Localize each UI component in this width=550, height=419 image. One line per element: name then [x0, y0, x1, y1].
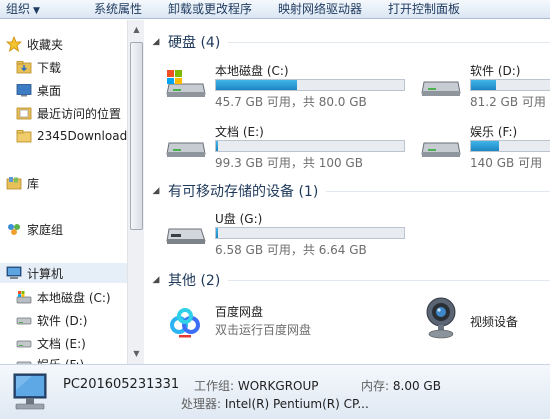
map-network-drive-button[interactable]: 映射网络驱动器 — [270, 0, 370, 19]
folder-icon — [16, 128, 32, 144]
recent-places-icon — [16, 105, 32, 121]
nav-recent-places[interactable]: 最近访问的位置 — [0, 103, 127, 123]
nav-drive-f[interactable]: 娱乐 (F:) — [0, 354, 127, 364]
usb-drive-icon — [166, 228, 206, 244]
nav-favorites[interactable]: 收藏夹 — [0, 34, 127, 54]
drive-e[interactable]: 文档 (E:) 99.3 GB 可用，共 100 GB — [165, 123, 405, 170]
nav-libraries[interactable]: 库 — [0, 173, 127, 193]
system-properties-button[interactable]: 系统属性 — [86, 0, 150, 19]
homegroup-icon — [6, 221, 22, 237]
folder-icon — [16, 59, 32, 75]
command-bar: 组织 ▼ 系统属性 卸载或更改程序 映射网络驱动器 打开控制面板 — [0, 0, 550, 19]
capacity-bar — [215, 79, 405, 91]
group-header-hard-disks[interactable]: ◢ 硬盘 (4) — [145, 32, 550, 52]
hard-drive-icon — [16, 312, 32, 328]
nav-desktop[interactable]: 桌面 — [0, 80, 127, 100]
capacity-fill — [471, 80, 496, 90]
nav-downloads[interactable]: 下载 — [0, 57, 127, 77]
capacity-fill — [216, 80, 297, 90]
computer-icon — [13, 373, 47, 410]
processor-row: 处理器: Intel(R) Pentium(R) CP... — [181, 397, 369, 411]
details-pane: PC201605231331 工作组: WORKGROUP 内存: 8.00 G… — [0, 364, 550, 419]
capacity-bar — [215, 140, 405, 152]
nav-drive-d[interactable]: 软件 (D:) — [0, 310, 127, 330]
capacity-bar — [470, 140, 550, 152]
nav-scrollbar[interactable]: ▲ ▼ — [127, 20, 144, 364]
windows-drive-icon — [166, 70, 206, 97]
nav-2345downloads[interactable]: 2345Downloads — [0, 126, 127, 146]
library-icon — [6, 175, 22, 191]
collapse-arrow-icon[interactable]: ◢ — [148, 186, 164, 196]
computer-name: PC201605231331 — [63, 377, 180, 392]
collapse-arrow-icon[interactable]: ◢ — [148, 275, 164, 285]
content-pane: ◢ 硬盘 (4) 本地磁盘 (C:) 45.7 GB 可用，共 80.0 GB … — [145, 20, 550, 364]
baidu-netdisk[interactable]: 百度网盘 双击运行百度网盘 — [165, 303, 405, 343]
capacity-bar — [215, 227, 405, 239]
memory-row: 内存: 8.00 GB — [361, 379, 441, 393]
organize-menu[interactable]: 组织 ▼ — [0, 0, 46, 19]
hard-drive-icon — [16, 335, 32, 351]
workgroup-row: 工作组: WORKGROUP — [194, 379, 319, 393]
drive-c[interactable]: 本地磁盘 (C:) 45.7 GB 可用，共 80.0 GB — [165, 62, 405, 109]
group-header-other[interactable]: ◢ 其他 (2) — [145, 270, 550, 290]
capacity-fill — [471, 141, 500, 151]
group-header-removable[interactable]: ◢ 有可移动存储的设备 (1) — [145, 181, 550, 201]
desktop-icon — [16, 82, 32, 98]
dropdown-arrow-icon: ▼ — [33, 5, 40, 16]
nav-drive-e[interactable]: 文档 (E:) — [0, 333, 127, 353]
hard-drive-icon — [421, 142, 461, 157]
drive-d[interactable]: 软件 (D:) 81.2 GB 可用 — [420, 62, 550, 109]
capacity-bar — [470, 79, 550, 91]
scroll-up-arrow-icon[interactable]: ▲ — [129, 22, 144, 37]
collapse-arrow-icon[interactable]: ◢ — [148, 37, 164, 47]
nav-computer[interactable]: 计算机 — [0, 263, 127, 283]
navigation-pane: 收藏夹 下载 桌面 最近访问的位置 2345Downloads 库 家庭组 计算… — [0, 20, 127, 364]
scroll-down-arrow-icon[interactable]: ▼ — [129, 346, 144, 361]
baidu-netdisk-icon — [165, 303, 205, 343]
capacity-fill — [216, 141, 218, 151]
hard-drive-icon — [16, 356, 32, 364]
favorites-star-icon — [6, 36, 22, 52]
webcam-device[interactable]: 视频设备 — [420, 297, 550, 343]
capacity-fill — [216, 228, 218, 238]
windows-drive-icon — [16, 289, 32, 305]
nav-drive-c[interactable]: 本地磁盘 (C:) — [0, 287, 127, 307]
hard-drive-icon — [166, 142, 206, 157]
nav-homegroup[interactable]: 家庭组 — [0, 219, 127, 239]
uninstall-program-button[interactable]: 卸载或更改程序 — [160, 0, 260, 19]
drive-g[interactable]: U盘 (G:) 6.58 GB 可用，共 6.64 GB — [165, 210, 405, 257]
drive-f[interactable]: 娱乐 (F:) 140 GB 可用 — [420, 123, 550, 170]
hard-drive-icon — [421, 81, 461, 96]
scroll-thumb[interactable] — [130, 42, 143, 230]
computer-icon — [6, 265, 22, 281]
webcam-icon — [426, 297, 456, 339]
open-control-panel-button[interactable]: 打开控制面板 — [380, 0, 468, 19]
